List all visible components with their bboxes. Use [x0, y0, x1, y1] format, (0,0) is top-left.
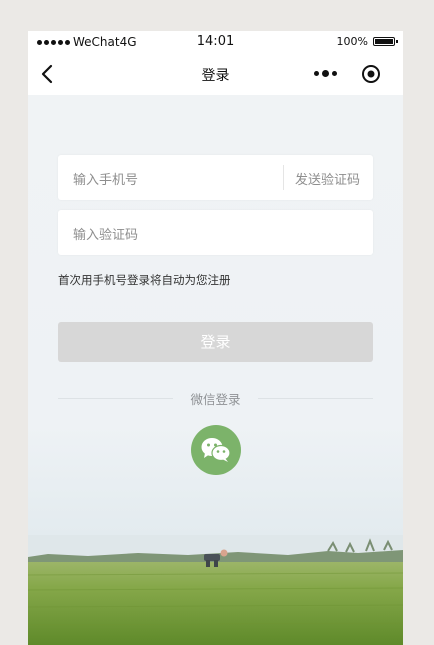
close-miniprogram-icon[interactable]	[361, 64, 381, 84]
wechat-login-button[interactable]	[191, 425, 241, 475]
login-button[interactable]: 登录	[58, 322, 373, 362]
register-notice: 首次用手机号登录将自动为您注册	[58, 273, 231, 287]
field-divider	[283, 165, 284, 190]
code-field[interactable]: 输入验证码	[58, 210, 373, 255]
code-input[interactable]: 输入验证码	[73, 224, 138, 243]
phone-field[interactable]: 输入手机号 发送验证码	[58, 155, 373, 200]
login-page: 输入手机号 发送验证码 输入验证码 首次用手机号登录将自动为您注册 登录 微信登…	[28, 95, 403, 645]
page-title: 登录	[201, 68, 230, 84]
battery-icon	[373, 37, 398, 46]
field-background-image	[28, 535, 403, 645]
status-bar: WeChat4G 14:01 100%	[28, 31, 403, 53]
phone-screen: WeChat4G 14:01 100% 登录 输入手机号 发送验证码 输入验证码…	[28, 31, 403, 645]
more-menu-icon[interactable]	[314, 67, 340, 79]
battery-percent: 100%	[336, 35, 368, 48]
send-code-button[interactable]: 发送验证码	[295, 169, 360, 188]
wechat-icon	[201, 438, 231, 462]
phone-input[interactable]: 输入手机号	[73, 169, 138, 188]
nav-bar: 登录	[28, 53, 403, 95]
battery-info: 100%	[336, 35, 398, 48]
separator-right	[258, 398, 373, 399]
